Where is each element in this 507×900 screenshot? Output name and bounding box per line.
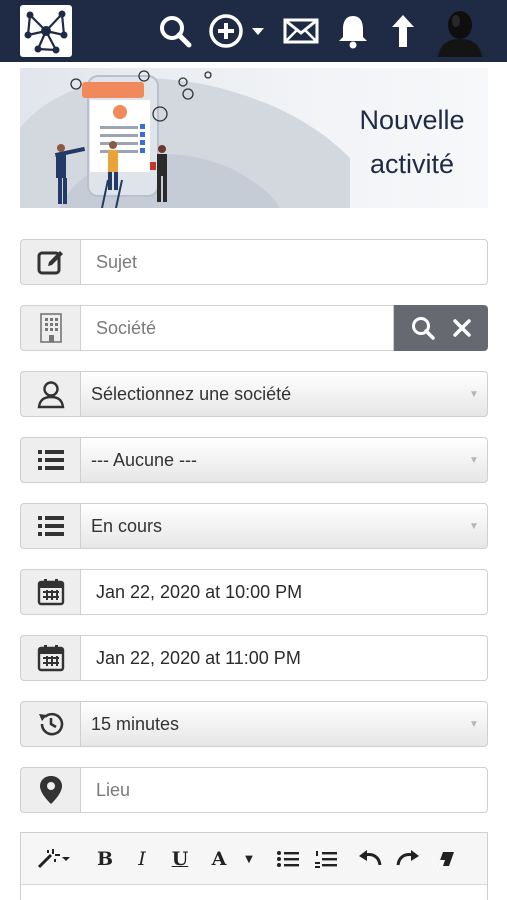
category-select[interactable]: --- Aucune --- ▼	[80, 437, 488, 483]
company-search-icon[interactable]	[410, 315, 436, 341]
add-circle-icon	[209, 14, 264, 48]
start-date-addon	[20, 569, 80, 615]
description-editor: B I U A ▼	[20, 832, 488, 900]
magic-wand-icon	[37, 849, 70, 869]
subject-addon	[20, 239, 80, 285]
map-pin-icon	[39, 776, 62, 804]
chevron-down-icon: ▼	[469, 718, 479, 730]
reminder-addon	[20, 701, 80, 747]
user-avatar-icon	[438, 11, 482, 57]
app-logo[interactable]	[20, 5, 72, 57]
redo-icon	[396, 850, 419, 866]
italic-button[interactable]: I	[129, 845, 155, 873]
caret-down-icon	[252, 28, 264, 35]
reminder-row: 15 minutes ▼	[20, 701, 488, 747]
search-icon	[160, 16, 192, 48]
history-icon	[38, 712, 63, 736]
contact-select[interactable]: Sélectionnez une société ▼	[80, 371, 488, 417]
company-input[interactable]: Société	[80, 305, 394, 351]
banner-title-line2: activité	[369, 149, 455, 179]
user-avatar[interactable]	[434, 0, 486, 62]
start-date-row: Jan 22, 2020 at 10:00 PM	[20, 569, 488, 615]
chevron-down-icon: ▼	[469, 454, 479, 466]
calendar-icon	[37, 645, 64, 672]
add-menu-button[interactable]	[207, 0, 269, 62]
contact-addon	[20, 371, 80, 417]
start-date-input[interactable]: Jan 22, 2020 at 10:00 PM	[80, 569, 488, 615]
list-icon	[37, 516, 64, 536]
location-row: Lieu	[20, 767, 488, 813]
banner-title: Nouvelle activité	[342, 98, 482, 186]
clear-format-button[interactable]	[433, 845, 459, 873]
location-addon	[20, 767, 80, 813]
building-icon	[39, 313, 62, 343]
font-color-button[interactable]: A	[205, 845, 233, 873]
category-row: --- Aucune --- ▼	[20, 437, 488, 483]
editor-toolbar: B I U A ▼	[21, 833, 487, 885]
calendar-icon	[37, 579, 64, 606]
bell-icon	[339, 16, 367, 49]
font-color-caret-icon[interactable]: ▼	[241, 845, 257, 873]
mail-icon	[283, 18, 319, 44]
search-button[interactable]	[155, 0, 195, 62]
chevron-down-icon: ▼	[469, 520, 479, 532]
underline-button[interactable]: U	[167, 845, 193, 873]
company-search-controls	[394, 305, 488, 351]
undo-icon	[359, 850, 382, 866]
company-row: Société	[20, 305, 488, 351]
status-row: En cours ▼	[20, 503, 488, 549]
bullet-list-icon	[277, 851, 299, 867]
status-select-value: En cours	[91, 515, 163, 536]
category-select-value: --- Aucune ---	[91, 449, 198, 470]
contact-select-value: Sélectionnez une société	[91, 383, 292, 404]
clear-icon[interactable]	[451, 317, 473, 339]
end-date-row: Jan 22, 2020 at 11:00 PM	[20, 635, 488, 681]
messages-button[interactable]	[282, 0, 320, 62]
numbered-list-icon	[315, 851, 337, 868]
subject-input[interactable]: Sujet	[80, 239, 488, 285]
list-icon	[37, 450, 64, 470]
end-date-input[interactable]: Jan 22, 2020 at 11:00 PM	[80, 635, 488, 681]
reminder-select[interactable]: 15 minutes ▼	[80, 701, 488, 747]
status-select[interactable]: En cours ▼	[80, 503, 488, 549]
bold-button[interactable]: B	[91, 845, 119, 873]
category-addon	[20, 437, 80, 483]
numbered-list-button[interactable]	[311, 845, 341, 873]
end-date-addon	[20, 635, 80, 681]
top-navbar	[0, 0, 507, 62]
page-banner: Nouvelle activité	[20, 68, 488, 208]
location-input[interactable]: Lieu	[80, 767, 488, 813]
company-addon	[20, 305, 80, 351]
undo-button[interactable]	[355, 845, 385, 873]
upload-arrow-icon	[392, 15, 414, 47]
reminder-select-value: 15 minutes	[91, 713, 180, 734]
edit-icon	[37, 251, 63, 275]
eraser-icon	[438, 852, 454, 866]
status-addon	[20, 503, 80, 549]
chevron-down-icon: ▼	[469, 388, 479, 400]
person-icon	[37, 381, 64, 409]
upload-button[interactable]	[389, 0, 417, 62]
subject-row: Sujet	[20, 239, 488, 285]
contact-row: Sélectionnez une société ▼	[20, 371, 488, 417]
network-graph-logo-icon	[24, 10, 68, 54]
redo-button[interactable]	[393, 845, 423, 873]
bullet-list-button[interactable]	[273, 845, 303, 873]
notifications-button[interactable]	[335, 0, 371, 62]
banner-title-line1: Nouvelle	[359, 105, 465, 135]
style-button[interactable]	[33, 845, 73, 873]
